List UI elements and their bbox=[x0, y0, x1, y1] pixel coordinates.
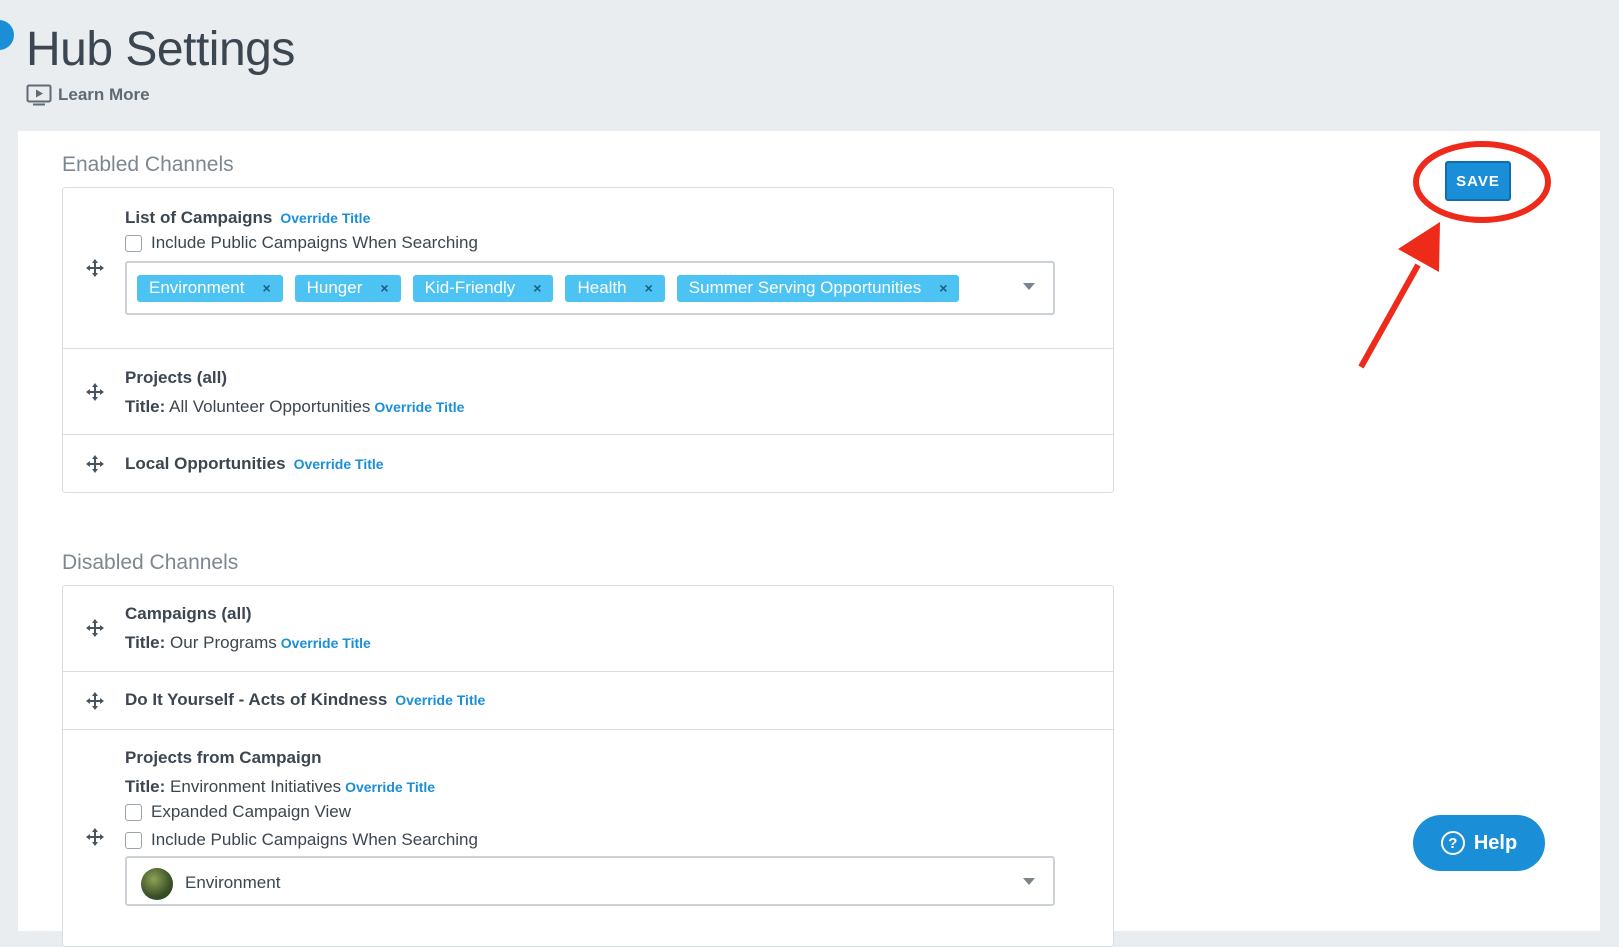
tag-label: Environment bbox=[149, 278, 245, 297]
campaign-tags-select[interactable]: Environment × Hunger × Kid-Friendly × Healt… bbox=[125, 261, 1055, 315]
channel-name: Projects from Campaign bbox=[125, 748, 322, 767]
include-public-checkbox[interactable] bbox=[125, 234, 142, 252]
channel-name: Campaigns (all) bbox=[125, 604, 252, 623]
tag-label: Summer Serving Opportunities bbox=[688, 278, 922, 297]
drag-handle-icon[interactable] bbox=[85, 827, 105, 847]
override-title-link[interactable]: Override Title bbox=[294, 456, 384, 472]
expanded-campaign-view-label: Expanded Campaign View bbox=[151, 802, 352, 821]
channel-row-local-opportunities: Local Opportunities Override Title bbox=[63, 435, 1113, 492]
video-icon bbox=[26, 84, 52, 106]
tag-chip: Health × bbox=[565, 274, 665, 302]
include-public-label: Include Public Campaigns When Searching bbox=[151, 233, 478, 252]
channel-title-value: Our Programs bbox=[170, 633, 277, 652]
override-title-link[interactable]: Override Title bbox=[374, 399, 464, 415]
help-button[interactable]: ? Help bbox=[1413, 815, 1545, 871]
tag-chip: Hunger × bbox=[294, 274, 401, 302]
override-title-link[interactable]: Override Title bbox=[281, 635, 371, 651]
tag-chip: Summer Serving Opportunities × bbox=[676, 274, 960, 302]
logo-badge bbox=[0, 20, 14, 50]
drag-handle-icon[interactable] bbox=[85, 691, 105, 711]
enabled-channels-list: List of Campaigns Override Title Include … bbox=[62, 187, 1114, 493]
page-title: Hub Settings bbox=[26, 23, 295, 76]
override-title-link[interactable]: Override Title bbox=[395, 692, 485, 708]
channel-name: Projects (all) bbox=[125, 368, 228, 387]
drag-handle-icon[interactable] bbox=[85, 258, 105, 278]
channel-row-diy: Do It Yourself - Acts of Kindness Overrid… bbox=[63, 672, 1113, 730]
drag-handle-icon[interactable] bbox=[85, 454, 105, 474]
channel-row-projects-from-campaign: Projects from Campaign Title: Environmen… bbox=[63, 730, 1113, 946]
selected-campaign-label: Environment bbox=[185, 873, 281, 892]
channel-name: List of Campaigns bbox=[125, 208, 273, 227]
title-prefix: Title: bbox=[125, 777, 166, 796]
tag-label: Hunger bbox=[306, 278, 363, 297]
learn-more-link[interactable]: Learn More bbox=[26, 84, 150, 106]
include-public-checkbox[interactable] bbox=[125, 831, 142, 849]
campaign-select[interactable]: Environment bbox=[125, 856, 1055, 906]
disabled-channels-list: Campaigns (all) Title: Our Programs Overr… bbox=[62, 585, 1114, 947]
tag-remove-icon[interactable]: × bbox=[380, 280, 388, 296]
help-label: Help bbox=[1473, 831, 1518, 854]
channel-title-value: Environment Initiatives bbox=[170, 777, 342, 796]
settings-panel: Enabled Channels List of Campaigns Overri… bbox=[18, 131, 1600, 947]
chevron-down-icon[interactable] bbox=[1023, 283, 1035, 290]
title-prefix: Title: bbox=[125, 397, 166, 416]
drag-handle-icon[interactable] bbox=[85, 618, 105, 638]
chevron-down-icon[interactable] bbox=[1023, 878, 1035, 885]
campaign-avatar bbox=[141, 868, 173, 900]
tag-chip: Environment × bbox=[137, 274, 283, 302]
channel-row-projects-all: Projects (all) Title: All Volunteer Oppo… bbox=[63, 349, 1113, 435]
tag-remove-icon[interactable]: × bbox=[533, 280, 541, 296]
channel-row-list-of-campaigns: List of Campaigns Override Title Include … bbox=[63, 188, 1113, 349]
tag-remove-icon[interactable]: × bbox=[645, 280, 653, 296]
title-prefix: Title: bbox=[125, 633, 166, 652]
drag-handle-icon[interactable] bbox=[85, 382, 105, 402]
save-button[interactable]: SAVE bbox=[1445, 161, 1511, 201]
channel-row-campaigns-all: Campaigns (all) Title: Our Programs Overr… bbox=[63, 586, 1113, 672]
override-title-link[interactable]: Override Title bbox=[345, 779, 435, 795]
include-public-label: Include Public Campaigns When Searching bbox=[151, 830, 478, 849]
channel-name: Do It Yourself - Acts of Kindness bbox=[125, 690, 388, 709]
enabled-channels-title: Enabled Channels bbox=[62, 153, 234, 176]
override-title-link[interactable]: Override Title bbox=[280, 210, 370, 226]
tag-label: Health bbox=[577, 278, 627, 297]
tag-chip: Kid-Friendly × bbox=[412, 274, 554, 302]
question-circle-icon: ? bbox=[1440, 831, 1465, 855]
tag-remove-icon[interactable]: × bbox=[262, 280, 270, 296]
channel-title-value: All Volunteer Opportunities bbox=[169, 397, 371, 416]
disabled-channels-title: Disabled Channels bbox=[62, 551, 239, 574]
tag-label: Kid-Friendly bbox=[424, 278, 516, 297]
tag-remove-icon[interactable]: × bbox=[939, 280, 947, 296]
channel-name: Local Opportunities bbox=[125, 454, 286, 473]
expanded-campaign-view-checkbox[interactable] bbox=[125, 803, 142, 821]
learn-more-label: Learn More bbox=[58, 85, 150, 104]
